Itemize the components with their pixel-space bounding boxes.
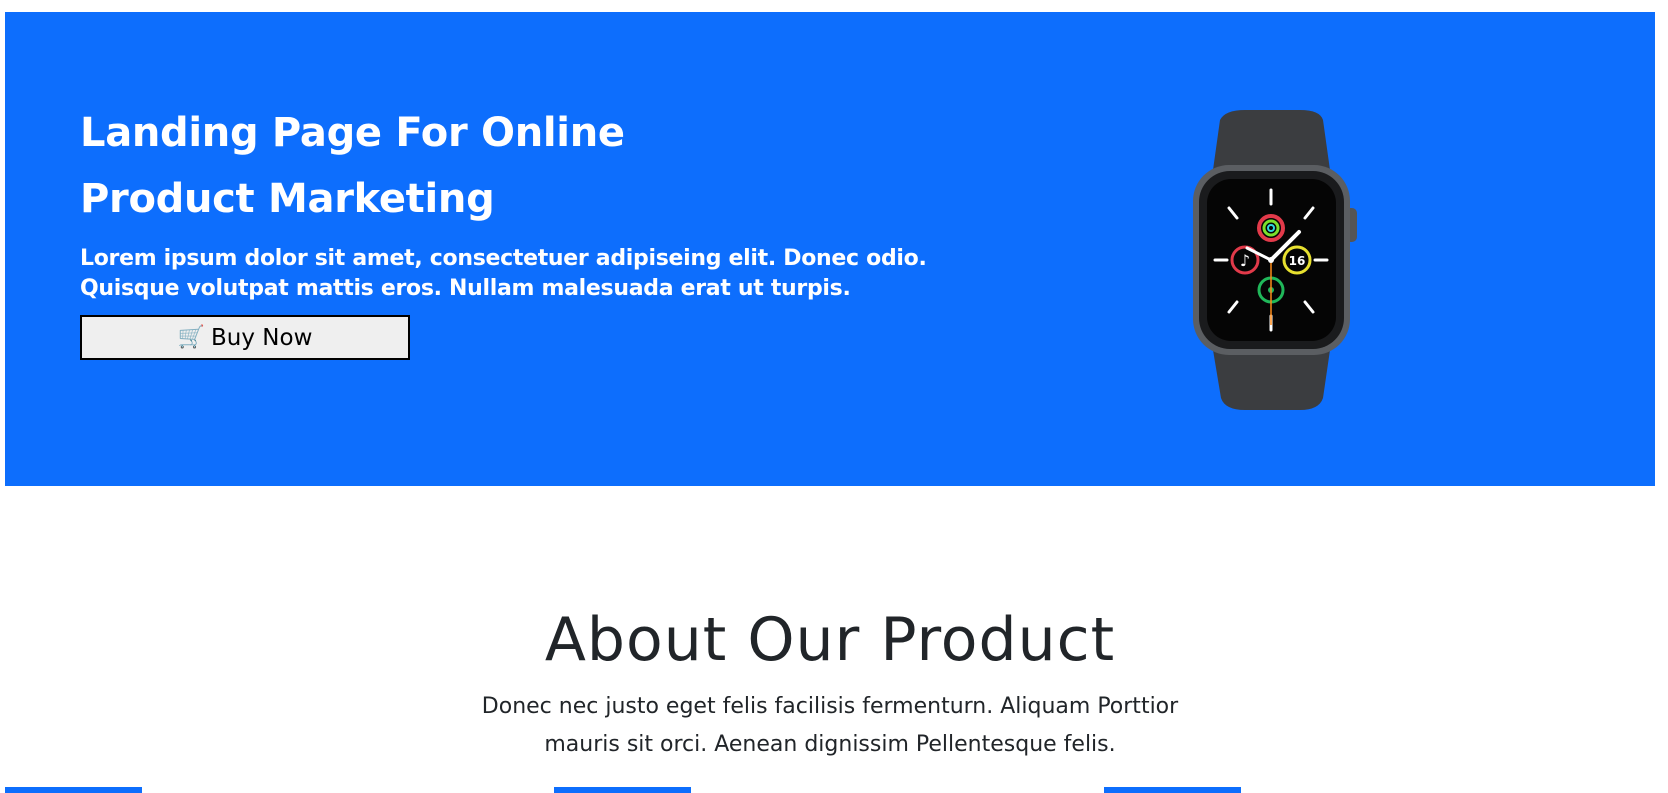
smartwatch-image: ♪ 16 <box>1193 110 1357 410</box>
shopping-cart-icon: 🛒 <box>177 325 206 350</box>
product-card-accent <box>5 787 142 793</box>
svg-text:♪: ♪ <box>1240 251 1250 270</box>
buy-now-label: Buy Now <box>211 324 313 351</box>
about-title: About Our Product <box>544 605 1116 675</box>
hero-banner: Landing Page For Online Product Marketin… <box>5 12 1655 486</box>
product-card-accent <box>1104 787 1241 793</box>
hero-description: Lorem ipsum dolor sit amet, consectetuer… <box>80 246 927 301</box>
about-description: Donec nec justo eget felis facilisis fer… <box>481 694 1179 757</box>
watch-complication-text: 16 <box>1289 254 1306 268</box>
hero-title: Landing Page For Online Product Marketin… <box>80 110 625 222</box>
buy-now-button[interactable]: 🛒 Buy Now <box>80 315 410 360</box>
product-card-accent <box>554 787 691 793</box>
